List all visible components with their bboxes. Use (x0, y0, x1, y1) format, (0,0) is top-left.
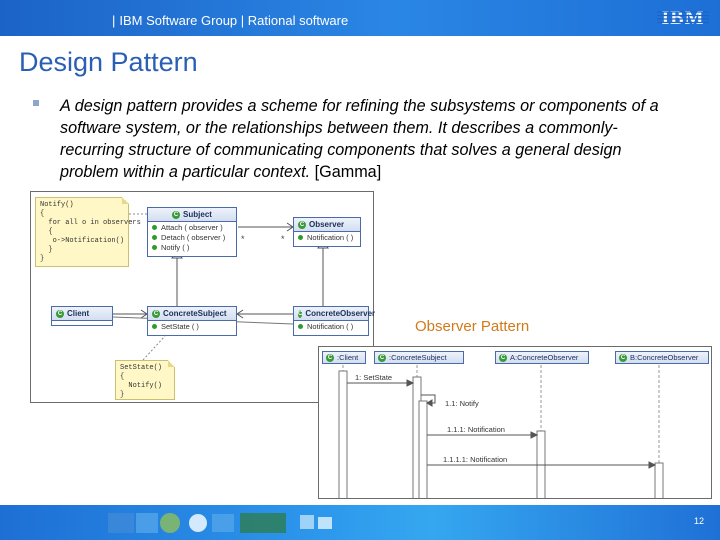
sequence-diagram-lines (338, 365, 664, 498)
operation-icon (152, 234, 157, 240)
concrete-observer-class-name: ConcreteObserver (305, 309, 376, 318)
subject-class: C Subject Attach ( observer ) Detach ( o… (147, 207, 237, 257)
observer-op-label: Notification ( ) (307, 232, 354, 242)
header-separator: | (112, 13, 116, 28)
concrete-subject-op: SetState ( ) (148, 321, 236, 331)
observer-op: Notification ( ) (294, 232, 360, 242)
class-icon: C (172, 210, 181, 219)
bullet-citation: [Gamma] (314, 163, 382, 181)
concrete-observer-class: C ConcreteObserver Notification ( ) (293, 306, 375, 336)
lifeline-observer-a: C A:ConcreteObserver (495, 351, 589, 364)
header-title: | IBM Software Group | Rational software (112, 13, 348, 28)
client-class: C Client (51, 306, 113, 326)
lifeline-observer-b: C B:ConcreteObserver (615, 351, 709, 364)
client-class-header: C Client (52, 307, 112, 321)
operation-icon (152, 323, 157, 329)
operation-icon (152, 224, 157, 230)
operation-icon (298, 234, 303, 240)
lifeline-label: A:ConcreteObserver (510, 353, 579, 362)
concrete-observer-op: Notification ( ) (294, 321, 368, 331)
lifeline-label: B:ConcreteObserver (630, 353, 699, 362)
observer-class-name: Observer (309, 220, 345, 229)
operation-icon (152, 244, 157, 250)
class-icon: C (56, 309, 64, 318)
page-number: 12 (694, 516, 705, 526)
footer-decoration (108, 513, 332, 533)
concrete-observer-class-header: C ConcreteObserver (294, 307, 375, 321)
ibm-logo-text: IBM (662, 7, 705, 28)
lifeline-client: C :Client (322, 351, 366, 364)
class-icon: C (378, 353, 386, 362)
subject-op-label: Attach ( observer ) (161, 222, 223, 232)
message-label: 1.1: Notify (445, 399, 479, 408)
concrete-subject-class-name: ConcreteSubject (163, 309, 227, 318)
footer-bar (0, 505, 720, 540)
subject-op: Attach ( observer ) (148, 222, 236, 232)
class-icon: C (298, 309, 303, 318)
concrete-subject-class-header: C ConcreteSubject (148, 307, 236, 321)
client-class-name: Client (67, 309, 90, 318)
header-text: IBM Software Group | Rational software (119, 13, 349, 28)
class-icon: C (499, 353, 507, 362)
ibm-logo: IBM (657, 7, 709, 28)
lifeline-label: :Client (337, 353, 359, 362)
subject-op: Detach ( observer ) (148, 232, 236, 242)
subject-op: Notify ( ) (148, 242, 236, 252)
class-icon: C (619, 353, 627, 362)
setstate-note: SetState() { Notify() } (115, 360, 175, 400)
class-icon: C (326, 353, 334, 362)
lifeline-label: :ConcreteSubject (389, 353, 447, 362)
concrete-subject-class: C ConcreteSubject SetState ( ) (147, 306, 237, 336)
slide-title: Design Pattern (19, 47, 198, 77)
header-bar: | IBM Software Group | Rational software … (0, 0, 720, 36)
subject-op-label: Detach ( observer ) (161, 232, 226, 242)
message-label: 1.1.1: Notification (447, 425, 505, 434)
subject-class-header: C Subject (148, 208, 236, 222)
class-icon: C (152, 309, 160, 318)
concrete-observer-op-label: Notification ( ) (307, 321, 354, 331)
bullet-text: A design pattern provides a scheme for r… (60, 95, 660, 183)
message-label: 1.1.1.1: Notification (443, 455, 508, 464)
multiplicity-right: * (281, 234, 285, 244)
multiplicity-left: * (241, 234, 245, 244)
concrete-subject-op-label: SetState ( ) (161, 321, 199, 331)
sequence-diagram: C :Client C :ConcreteSubject C A:Concret… (318, 346, 712, 499)
class-icon: C (298, 220, 306, 229)
diagram-caption: Observer Pattern (415, 318, 530, 335)
message-label: 1: SetState (355, 373, 393, 382)
subject-class-name: Subject (183, 210, 212, 219)
lifeline-concrete-subject: C :ConcreteSubject (374, 351, 464, 364)
subject-op-label: Notify ( ) (161, 242, 190, 252)
bullet-marker (33, 100, 39, 106)
observer-class: C Observer Notification ( ) (293, 217, 361, 247)
observer-class-header: C Observer (294, 218, 360, 232)
operation-icon (298, 323, 303, 329)
notify-note: Notify() { for all o in observers { o->N… (35, 197, 141, 267)
